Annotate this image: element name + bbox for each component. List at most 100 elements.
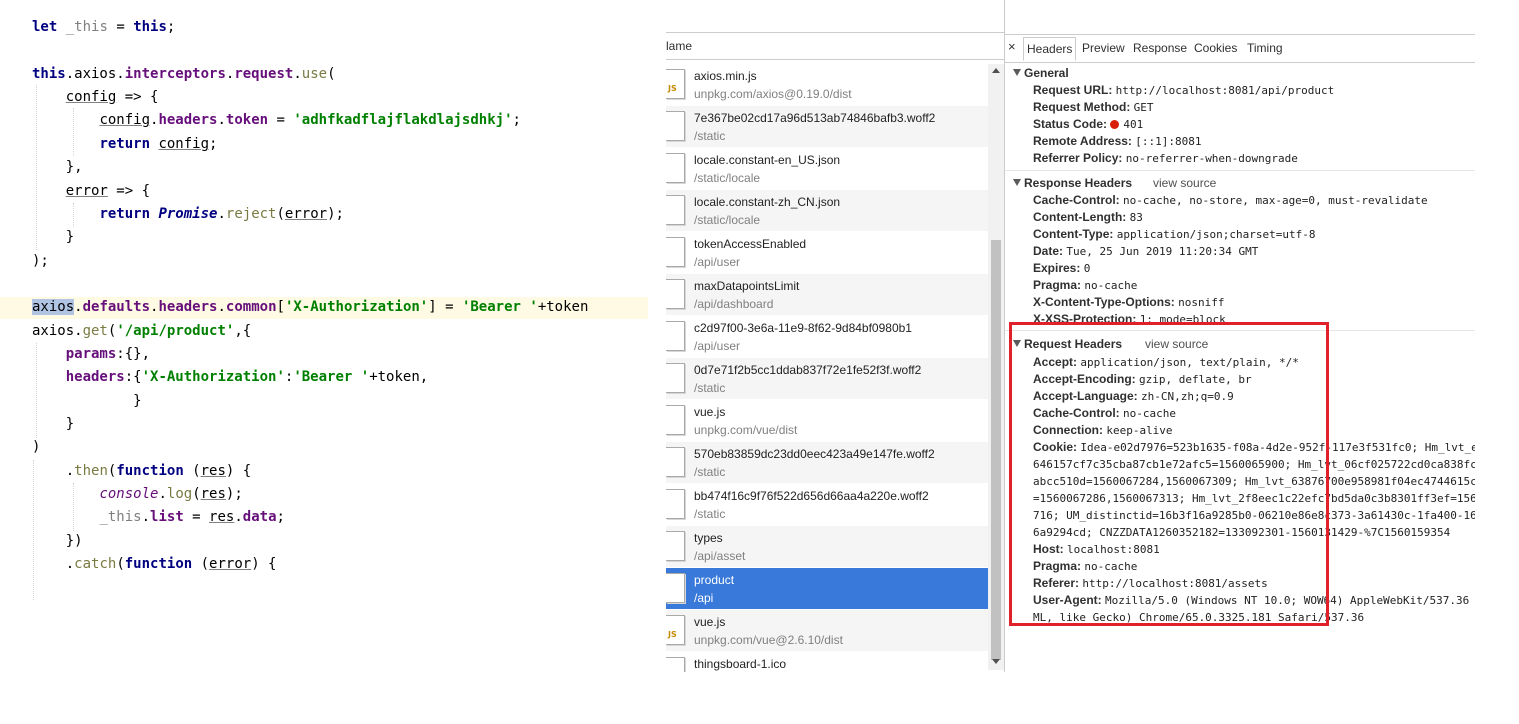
request-row[interactable]: thingsboard-1.ico/src/svg xyxy=(666,652,988,672)
general-section-toggle[interactable]: General xyxy=(1013,66,1069,80)
header-row: Referrer Policy: no-referrer-when-downgr… xyxy=(1033,151,1298,165)
detail-tab-bar: × Headers Preview Response Cookies Timin… xyxy=(1005,34,1475,63)
request-row[interactable]: locale.constant-en_US.json/static/locale xyxy=(666,148,988,190)
header-key: Cache-Control: xyxy=(1033,193,1123,207)
header-value: 0 xyxy=(1083,262,1091,275)
header-row: X-Content-Type-Options: nosniff xyxy=(1033,295,1224,309)
code-line[interactable]: } xyxy=(32,390,141,412)
header-key: Content-Length: xyxy=(1033,210,1130,224)
code-line[interactable]: ) xyxy=(32,436,40,458)
request-row[interactable]: 570eb83859dc23dd0eec423a49e147fe.woff2/s… xyxy=(666,442,988,484)
request-name: c2d97f00-3e6a-11e9-8f62-9d84bf0980b1 xyxy=(694,321,912,335)
header-value: http://localhost:8081/api/product xyxy=(1115,84,1335,97)
scroll-down-icon[interactable] xyxy=(992,659,1000,664)
code-line[interactable]: .catch(function (error) { xyxy=(32,553,277,575)
header-key: Request Method: xyxy=(1033,100,1134,114)
network-request-list[interactable]: lame axios.min.js unpkg.com/axios@0.19.0/… xyxy=(666,0,1005,672)
scroll-up-icon[interactable] xyxy=(992,68,1000,73)
file-icon xyxy=(666,489,685,519)
column-label: lame xyxy=(666,39,693,53)
code-line[interactable]: headers:{'X-Authorization':'Bearer '+tok… xyxy=(32,366,428,388)
code-line[interactable]: } xyxy=(32,226,74,248)
highlight-annotation-box xyxy=(1009,322,1329,626)
code-line[interactable]: this.axios.interceptors.request.use( xyxy=(32,63,336,85)
header-value: 401 xyxy=(1123,118,1144,131)
code-line[interactable]: .then(function (res) { xyxy=(32,460,252,482)
request-row[interactable]: types/api/asset xyxy=(666,526,988,568)
request-row[interactable]: axios.min.js unpkg.com/axios@0.19.0/dist xyxy=(666,64,988,106)
code-line[interactable]: params:{}, xyxy=(32,343,150,365)
timeline-overview[interactable] xyxy=(666,0,1004,33)
tab-cookies[interactable]: Cookies xyxy=(1194,41,1237,55)
header-row: Content-Type: application/json;charset=u… xyxy=(1033,227,1315,241)
name-column-header[interactable]: lame xyxy=(666,33,1004,60)
code-editor[interactable]: let _this = this; this.axios.interceptor… xyxy=(0,0,648,600)
request-row[interactable]: tokenAccessEnabled/api/user xyxy=(666,232,988,274)
header-value: no-referrer-when-downgrade xyxy=(1125,152,1298,165)
request-name: locale.constant-zh_CN.json xyxy=(694,195,841,209)
tab-timing[interactable]: Timing xyxy=(1247,41,1283,55)
code-line[interactable]: }, xyxy=(32,156,83,178)
header-value: nosniff xyxy=(1178,296,1225,309)
header-value: no-cache, no-store, max-age=0, must-reva… xyxy=(1123,194,1428,207)
request-row[interactable]: vue.js unpkg.com/vue@2.6.10/dist xyxy=(666,610,988,652)
header-key: Pragma: xyxy=(1033,278,1085,292)
code-line[interactable]: } xyxy=(32,413,74,435)
file-icon xyxy=(666,237,685,267)
code-line[interactable]: config => { xyxy=(32,86,159,108)
header-row: Request URL: http://localhost:8081/api/p… xyxy=(1033,83,1334,97)
request-path: /api/asset xyxy=(694,549,746,563)
request-path: /static xyxy=(694,507,726,521)
code-line[interactable]: axios.defaults.headers.common['X-Authori… xyxy=(32,296,588,318)
request-row[interactable]: locale.constant-zh_CN.json/static/locale xyxy=(666,190,988,232)
header-key: X-Content-Type-Options: xyxy=(1033,295,1179,309)
request-path: /api/dashboard xyxy=(694,297,774,311)
request-path: /static/locale xyxy=(694,171,761,185)
request-path: /api/user xyxy=(694,255,741,269)
request-row[interactable]: vue.js unpkg.com/vue/dist xyxy=(666,400,988,442)
tab-preview[interactable]: Preview xyxy=(1082,41,1125,55)
file-icon xyxy=(666,531,685,561)
request-name: 7e367be02cd17a96d513ab74846bafb3.woff2 xyxy=(694,111,936,125)
view-source-link[interactable]: view source xyxy=(1153,176,1216,190)
code-line[interactable]: return config; xyxy=(32,133,217,155)
header-row: Expires: 0 xyxy=(1033,261,1090,275)
request-row[interactable]: 0d7e71f2b5cc1ddab837f72e1fe52f3f.woff2/s… xyxy=(666,358,988,400)
request-row[interactable]: bb474f16c9f76f522d656d66aa4a220e.woff2/s… xyxy=(666,484,988,526)
request-name: 570eb83859dc23dd0eec423a49e147fe.woff2 xyxy=(694,447,935,461)
close-icon[interactable]: × xyxy=(1008,39,1016,54)
file-icon xyxy=(666,153,685,183)
request-path: /api xyxy=(694,591,714,605)
header-key: Status Code: xyxy=(1033,117,1111,131)
header-row: Cache-Control: no-cache, no-store, max-a… xyxy=(1033,193,1428,207)
request-row[interactable]: 7e367be02cd17a96d513ab74846bafb3.woff2/s… xyxy=(666,106,988,148)
section-title: Response Headers xyxy=(1024,176,1133,190)
list-scrollbar[interactable] xyxy=(988,64,1004,670)
header-row: Content-Length: 83 xyxy=(1033,210,1143,224)
header-key: Content-Type: xyxy=(1033,227,1117,241)
code-line[interactable]: ); xyxy=(32,250,49,272)
code-line[interactable]: return Promise.reject(error); xyxy=(32,203,344,225)
response-headers-toggle[interactable]: Response Headers xyxy=(1013,176,1132,190)
code-line[interactable]: let _this = this; xyxy=(32,16,175,38)
header-row: Date: Tue, 25 Jun 2019 11:20:34 GMT xyxy=(1033,244,1258,258)
header-row: Request Method: GET xyxy=(1033,100,1154,114)
code-line[interactable]: config.headers.token = 'adhfkadflajflakd… xyxy=(32,109,521,131)
tab-response[interactable]: Response xyxy=(1133,41,1187,55)
file-icon xyxy=(666,321,685,351)
code-line[interactable]: error => { xyxy=(32,180,150,202)
request-row[interactable]: maxDatapointsLimit/api/dashboard xyxy=(666,274,988,316)
file-icon xyxy=(666,363,685,393)
code-line[interactable]: console.log(res); xyxy=(32,483,242,505)
request-row[interactable]: c2d97f00-3e6a-11e9-8f62-9d84bf0980b1/api… xyxy=(666,316,988,358)
header-value: application/json;charset=utf-8 xyxy=(1116,228,1316,241)
header-key: Date: xyxy=(1033,244,1067,258)
request-row[interactable]: product/api xyxy=(666,568,988,610)
code-line[interactable]: axios.get('/api/product',{ xyxy=(32,320,251,342)
scrollbar-thumb[interactable] xyxy=(991,240,1001,660)
code-line[interactable]: _this.list = res.data; xyxy=(32,506,285,528)
tab-headers[interactable]: Headers xyxy=(1023,37,1077,61)
request-path: unpkg.com/vue/dist xyxy=(694,423,798,437)
request-path: /static xyxy=(694,129,726,143)
code-line[interactable]: }) xyxy=(32,530,83,552)
